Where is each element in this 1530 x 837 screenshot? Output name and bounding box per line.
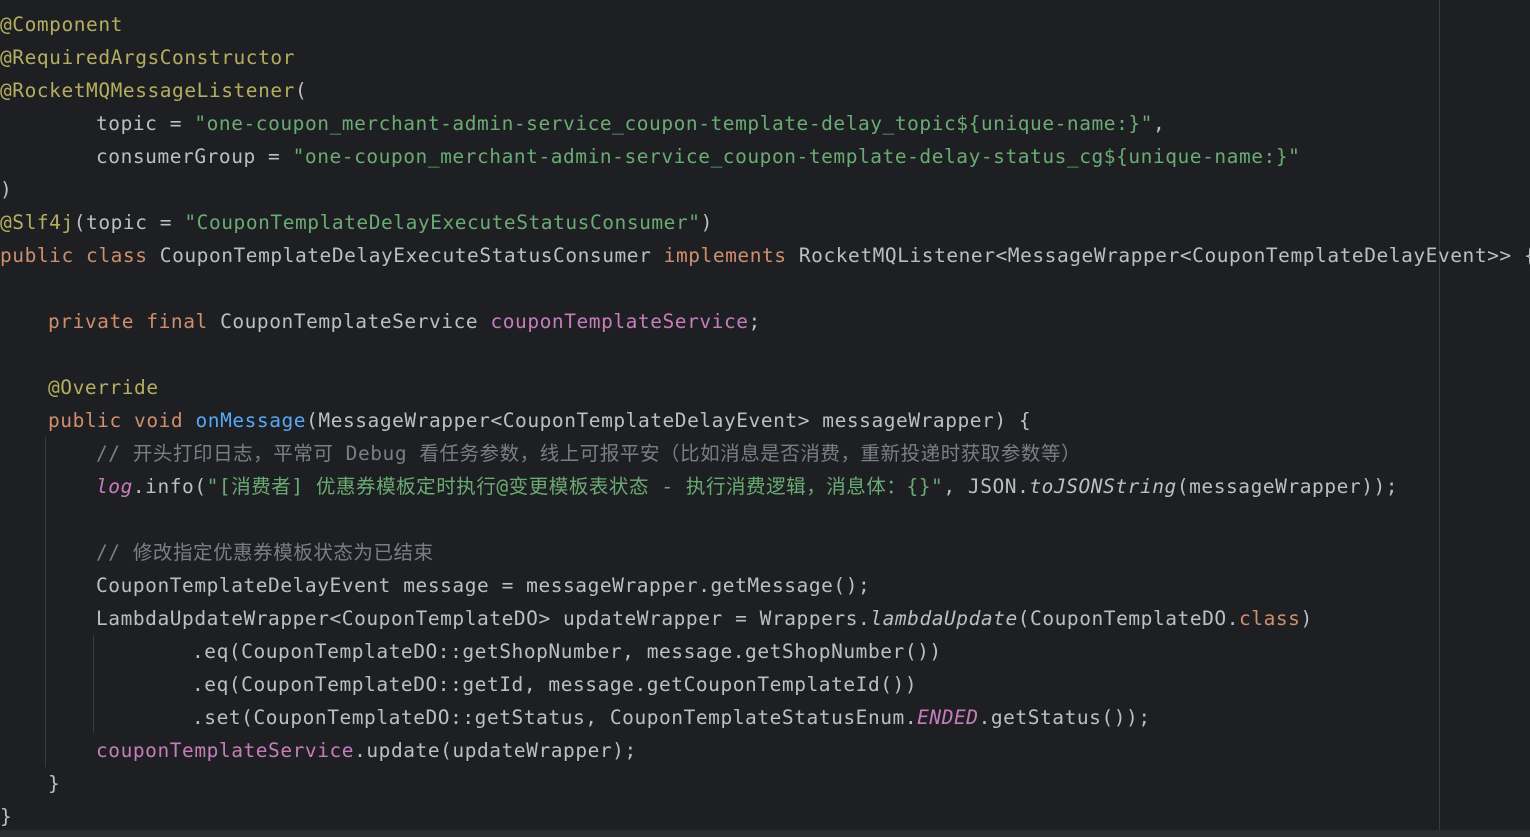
log-statement-line: log.info("[消费者] 优惠券模板定时执行@变更模板表状态 - 执行消费… <box>96 475 1399 498</box>
enum-constant-ended: ENDED <box>917 706 979 729</box>
code-line: couponTemplateService.update(updateWrapp… <box>96 739 637 762</box>
annotation-slf4j: @Slf4j <box>0 211 74 234</box>
log-field: log <box>96 475 133 498</box>
code-line: consumerGroup = "one-coupon_merchant-adm… <box>96 145 1301 168</box>
code-line: @RocketMQMessageListener( <box>0 79 308 102</box>
comment-line: // 修改指定优惠券模板状态为已结束 <box>96 541 434 564</box>
code-line: @Override <box>0 371 1530 404</box>
annotation-component: @Component <box>0 13 123 36</box>
code-line: CouponTemplateDelayEvent message = messa… <box>96 574 871 597</box>
annotation-rocketmq-listener: @RocketMQMessageListener <box>0 79 295 102</box>
code-line: } <box>0 805 13 828</box>
code-line: .set(CouponTemplateDO::getStatus, Coupon… <box>192 706 1151 729</box>
class-declaration-line: public class CouponTemplateDelayExecuteS… <box>0 244 1530 267</box>
comment-line: // 开头打印日志，平常可 Debug 看任务参数，线上可报平安（比如消息是否消… <box>96 442 1082 465</box>
consumer-group-string: "one-coupon_merchant-admin-service_coupo… <box>292 145 1301 168</box>
horizontal-scrollbar-track[interactable] <box>0 830 1530 837</box>
field-declaration-line: private final CouponTemplateService coup… <box>48 310 761 333</box>
code-line: } <box>48 772 61 795</box>
method-name-on-message: onMessage <box>195 409 307 432</box>
topic-string: "one-coupon_merchant-admin-service_coupo… <box>194 112 1153 135</box>
code-line: @Component <box>0 8 1530 41</box>
code-line: .eq(CouponTemplateDO::getId, message.get… <box>192 673 918 696</box>
code-line: @Slf4j(topic = "CouponTemplateDelayExecu… <box>0 211 713 234</box>
code-line: .eq(CouponTemplateDO::getShopNumber, mes… <box>192 640 942 663</box>
annotation-required-args-constructor: @RequiredArgsConstructor <box>0 46 295 69</box>
code-line: LambdaUpdateWrapper<CouponTemplateDO> up… <box>96 607 1313 630</box>
class-name: CouponTemplateDelayExecuteStatusConsumer <box>159 244 664 267</box>
code-content[interactable]: @Component @RequiredArgsConstructor @Roc… <box>0 8 1530 833</box>
code-line: topic = "one-coupon_merchant-admin-servi… <box>96 112 1166 135</box>
code-line: @RequiredArgsConstructor <box>0 41 1530 74</box>
code-line: ) <box>0 178 13 201</box>
method-declaration-line: public void onMessage(MessageWrapper<Cou… <box>48 409 1032 432</box>
code-editor[interactable]: @Component @RequiredArgsConstructor @Roc… <box>0 0 1530 837</box>
field-coupon-template-service: couponTemplateService <box>490 310 749 333</box>
annotation-override: @Override <box>48 376 159 399</box>
